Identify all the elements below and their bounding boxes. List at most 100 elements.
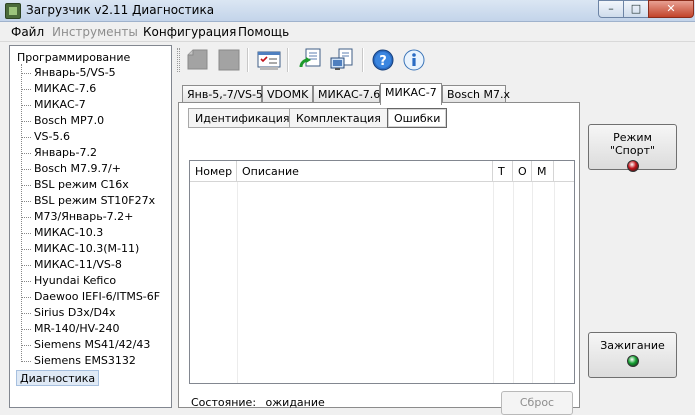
sport-led-indicator: [626, 160, 639, 172]
grid-divider: [493, 182, 494, 383]
tree-connector: [21, 297, 31, 298]
tree-item[interactable]: Январь-7.2: [21, 145, 171, 161]
status-line: Состояние: ожидание: [191, 396, 325, 409]
column-number[interactable]: Номер: [190, 161, 237, 182]
menu-bar: Файл Инструменты Конфигурация Помощь: [0, 22, 695, 42]
tree-item[interactable]: BSL режим ST10F27x: [21, 193, 171, 209]
tree-connector: [21, 89, 31, 90]
svg-text:?: ?: [379, 54, 387, 69]
help-icon[interactable]: ?: [370, 47, 396, 73]
toolbar: ?: [175, 44, 690, 76]
app-icon: [5, 3, 21, 19]
ignition-button[interactable]: Зажигание: [588, 332, 677, 378]
tree-item-diagnostics[interactable]: Диагностика: [16, 370, 100, 386]
tree-connector: [21, 121, 31, 122]
tree-item[interactable]: M73/Январь-7.2+: [21, 209, 171, 225]
tree-item[interactable]: Daewoo IEFI-6/ITMS-6F: [21, 289, 171, 305]
tree-item-label: МИКАС-10.3: [34, 226, 104, 239]
tree-item-label: Daewoo IEFI-6/ITMS-6F: [34, 290, 161, 303]
tree-connector: [21, 201, 31, 202]
tree-connector: [21, 169, 31, 170]
minimize-button[interactable]: –: [598, 0, 624, 18]
tab-configuration[interactable]: Комплектация: [289, 108, 388, 128]
tree-root-programming[interactable]: Программирование: [17, 51, 130, 64]
toolbar-separator: [362, 48, 364, 72]
tree-item[interactable]: Bosch M7.9.7/+: [21, 161, 171, 177]
tab-identification[interactable]: Идентификация: [188, 108, 297, 128]
tree-item-label: Bosch M7.9.7/+: [34, 162, 121, 175]
tree-connector: [21, 361, 31, 362]
chip-read-icon[interactable]: [185, 47, 211, 73]
grid-divider: [513, 182, 514, 383]
tree-item-label: МИКАС-11/VS-8: [34, 258, 122, 271]
tree-item-label: Sirius D3x/D4x: [34, 306, 116, 319]
tree-connector: [21, 137, 31, 138]
refresh-doc-icon[interactable]: [297, 47, 323, 73]
tree-item-label: Hyundai Kefico: [34, 274, 117, 287]
menu-configuration[interactable]: Конфигурация: [143, 25, 236, 39]
tab-mikas-7[interactable]: МИКАС-7: [380, 83, 442, 105]
tree-connector: [21, 249, 31, 250]
tree-item[interactable]: Siemens MS41/42/43: [21, 337, 171, 353]
tree-item-label: МИКАС-7: [34, 98, 86, 111]
tree-item-label: МИКАС-7.6: [34, 82, 97, 95]
tree-connector: [21, 281, 31, 282]
sport-mode-label: Режим "Спорт": [609, 131, 656, 157]
tree-item-label: Январь-7.2: [34, 146, 97, 159]
tree-item-label: Январь-5/VS-5: [34, 66, 116, 79]
tree-item-label: BSL режим C16x: [34, 178, 129, 191]
menu-help[interactable]: Помощь: [238, 25, 289, 39]
column-o[interactable]: O: [513, 161, 532, 182]
checklist-icon[interactable]: [256, 47, 282, 73]
tab-page-mikas-7: Идентификация Комплектация Ошибки Номер …: [178, 102, 580, 415]
tree-item[interactable]: Январь-5/VS-5: [21, 65, 171, 81]
tab-errors[interactable]: Ошибки: [387, 108, 448, 128]
tree-item[interactable]: Bosch MP7.0: [21, 113, 171, 129]
sport-mode-button[interactable]: Режим "Спорт": [588, 124, 677, 172]
status-value: ожидание: [265, 396, 325, 409]
toolbar-grip[interactable]: [177, 48, 180, 72]
tree-item[interactable]: МИКАС-10.3: [21, 225, 171, 241]
grid-divider: [554, 182, 555, 383]
tree-item[interactable]: МИКАС-7: [21, 97, 171, 113]
window-title: Загрузчик v2.11 Диагностика: [26, 3, 215, 17]
column-m[interactable]: M: [532, 161, 554, 182]
info-icon[interactable]: [401, 47, 427, 73]
tree-item[interactable]: Siemens EMS3132: [21, 353, 171, 369]
errors-table[interactable]: Номер Описание T O M: [189, 160, 575, 384]
menu-tools[interactable]: Инструменты: [52, 25, 138, 39]
menu-file[interactable]: Файл: [11, 25, 44, 39]
tree-item[interactable]: BSL режим C16x: [21, 177, 171, 193]
ignition-led-indicator: [626, 355, 639, 367]
tree-connector: [21, 329, 31, 330]
tree-item[interactable]: Sirius D3x/D4x: [21, 305, 171, 321]
tree-item[interactable]: VS-5.6: [21, 129, 171, 145]
grid-divider: [532, 182, 533, 383]
main-panel: Янв-5,-7/VS-5 VDOMK МИКАС-7.6 МИКАС-7 Bo…: [175, 78, 580, 415]
monitor-doc-icon[interactable]: [329, 47, 355, 73]
tree-item-label: VS-5.6: [34, 130, 70, 143]
tree-item-label: M73/Январь-7.2+: [34, 210, 134, 223]
tree-connector: [21, 233, 31, 234]
errors-table-header: Номер Описание T O M: [190, 161, 574, 182]
tree-item[interactable]: МИКАС-10.3(М-11): [21, 241, 171, 257]
close-button[interactable]: ✕: [648, 0, 694, 18]
tree-connector: [21, 185, 31, 186]
tree-item-label: BSL режим ST10F27x: [34, 194, 156, 207]
tree-item[interactable]: Hyundai Kefico: [21, 273, 171, 289]
ecu-tree[interactable]: Программирование Январь-5/VS-5 МИКАС-7.6 М…: [9, 45, 172, 408]
tree-connector: [21, 153, 31, 154]
tree-item[interactable]: MR-140/HV-240: [21, 321, 171, 337]
column-description[interactable]: Описание: [237, 161, 493, 182]
title-bar: Загрузчик v2.11 Диагностика – □ ✕: [0, 0, 695, 22]
tree-item[interactable]: МИКАС-7.6: [21, 81, 171, 97]
reset-button[interactable]: Сброс: [501, 391, 573, 415]
tree-connector: [21, 73, 31, 74]
tree-item[interactable]: МИКАС-11/VS-8: [21, 257, 171, 273]
stop-icon[interactable]: [216, 47, 242, 73]
column-t[interactable]: T: [493, 161, 513, 182]
maximize-button[interactable]: □: [623, 0, 649, 18]
toolbar-separator: [247, 48, 249, 72]
tree-connector: [21, 313, 31, 314]
tree-connector: [21, 217, 31, 218]
